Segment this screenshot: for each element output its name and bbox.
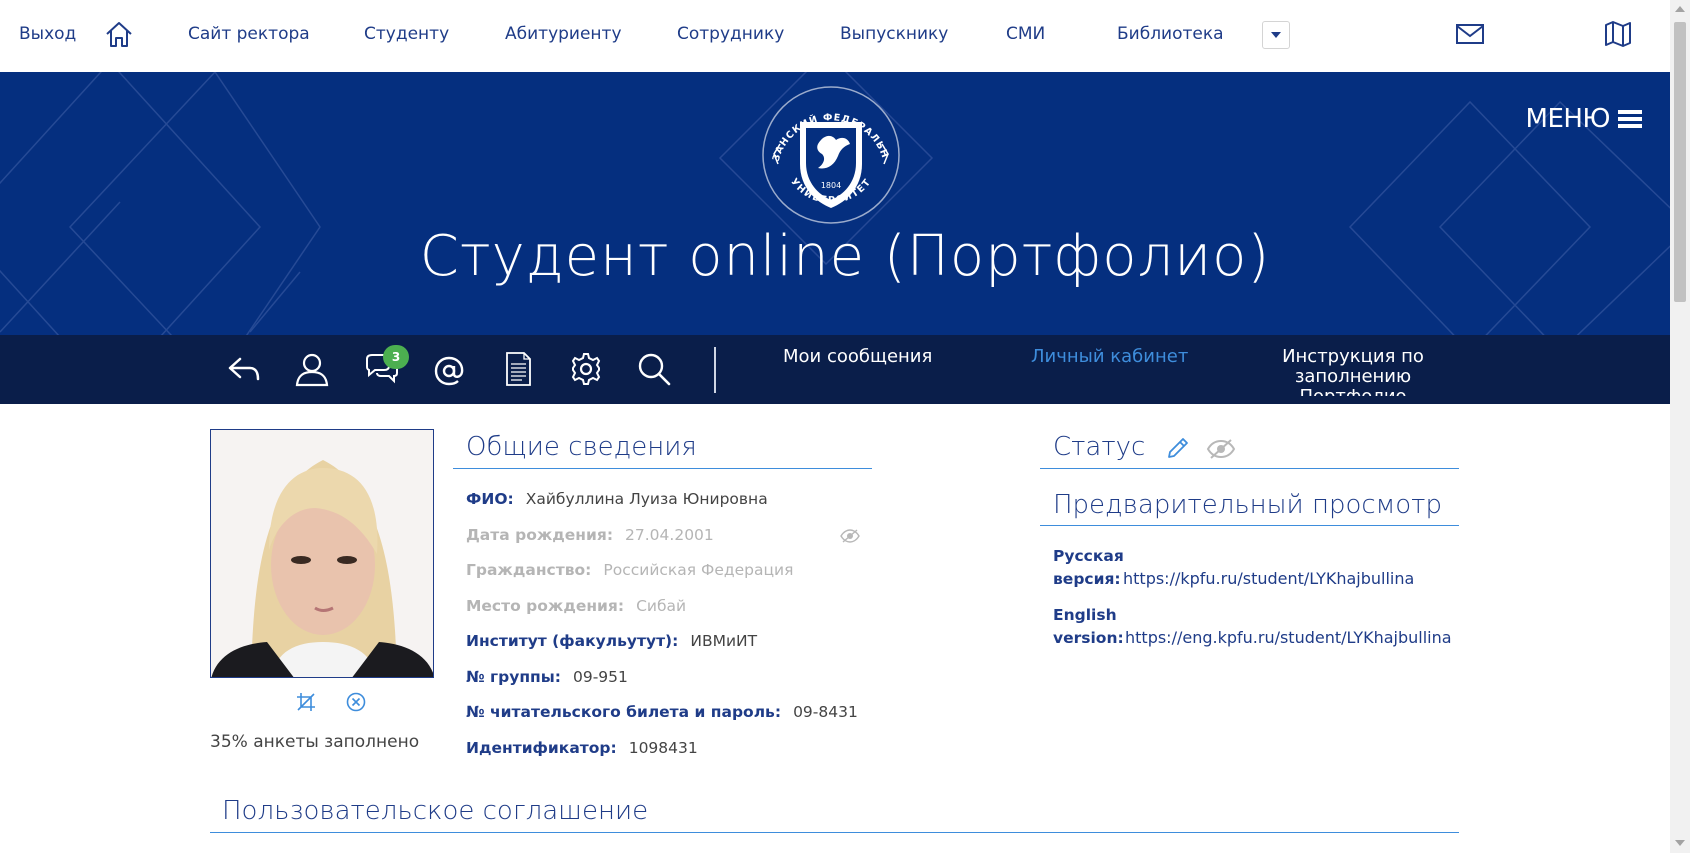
header-banner: 1804 КАЗАНСКИЙ ФЕДЕРАЛЬНЫЙ УНИВЕРСИТЕТ С… [0,72,1670,335]
hamburger-icon [1618,107,1642,131]
document-icon[interactable] [500,351,536,387]
chevron-down-icon [1271,32,1281,38]
search-icon[interactable] [636,351,672,387]
info-row-institute: Институт (факульутут): ИВМиИТ [466,632,757,650]
status-title: Статус [1053,432,1146,462]
logout-link[interactable]: Выход [19,24,76,44]
link-personal-cabinet[interactable]: Личный кабинет [1031,347,1188,367]
info-value: 27.04.2001 [625,526,714,544]
preview-en-label: English version: [1053,604,1124,650]
info-value: Сибай [636,597,687,615]
general-info-title: Общие сведения [466,432,697,462]
preview-en-label-line2: version: [1053,629,1124,647]
nav-student[interactable]: Студенту [364,24,449,44]
delete-photo-icon[interactable] [346,692,366,716]
info-row-birth-place: Место рождения: Сибай [466,597,686,615]
link-my-messages[interactable]: Мои сообщения [783,347,932,367]
menu-button[interactable]: МЕНЮ [1526,104,1642,134]
info-row-birth-date: Дата рождения: 27.04.2001 [466,526,714,544]
nav-employee[interactable]: Сотруднику [677,24,784,44]
page-scrollbar[interactable] [1670,0,1690,853]
info-row-identifier: Идентификатор: 1098431 [466,739,698,757]
info-row-full-name: ФИО: Хайбуллина Луиза Юнировна [466,490,768,508]
map-icon[interactable] [1604,20,1632,52]
svg-text:1804: 1804 [821,181,841,190]
preview-ru-link[interactable]: https://kpfu.ru/student/LYKhajbullina [1123,569,1414,588]
info-row-citizenship: Гражданство: Российская Федерация [466,561,793,579]
preview-en-label-line1: English [1053,606,1117,624]
menu-label: МЕНЮ [1525,104,1611,134]
preview-title: Предварительный просмотр [1053,490,1442,520]
general-info-underline [453,468,872,469]
crop-icon[interactable] [296,692,316,716]
top-navigation: Выход Сайт ректора Студенту Абитуриенту … [0,0,1670,72]
university-emblem: 1804 КАЗАНСКИЙ ФЕДЕРАЛЬНЫЙ УНИВЕРСИТЕТ [760,84,900,224]
preview-en-link[interactable]: https://eng.kpfu.ru/student/LYKhajbullin… [1125,628,1452,647]
info-row-group: № группы: 09-951 [466,668,628,686]
nav-rector-site[interactable]: Сайт ректора [188,24,310,44]
at-icon[interactable] [431,351,467,387]
info-label: Дата рождения: [466,526,614,544]
mail-icon[interactable] [1456,24,1484,48]
user-agreement-underline [210,832,1459,833]
nav-graduate[interactable]: Выпускнику [840,24,948,44]
hidden-eye-icon[interactable] [1206,439,1236,463]
edit-pencil-icon[interactable] [1166,436,1190,464]
profile-fill-status: 35% анкеты заполнено [210,732,420,752]
info-label: ФИО: [466,490,514,508]
nav-applicant[interactable]: Абитуриенту [505,24,622,44]
info-value: ИВМиИТ [690,632,758,650]
info-value: Российская Федерация [603,561,794,579]
info-value: 09-8431 [793,703,858,721]
toolbar-divider [714,347,716,393]
info-value: 1098431 [628,739,698,757]
user-agreement-title: Пользовательское соглашение [222,796,649,826]
info-label: Идентификатор: [466,739,617,757]
page-title: Студент online (Портфолио) [419,224,1271,289]
preview-underline [1040,525,1459,526]
profile-photo [210,429,434,678]
info-label: Гражданство: [466,561,592,579]
hidden-eye-icon[interactable] [840,528,860,547]
portfolio-toolbar: Мои сообщения Личный кабинет Инструкция … [0,335,1670,404]
preview-ru-label-line1: Русская [1053,547,1124,565]
back-arrow-icon[interactable] [226,351,262,387]
info-label: № читательского билета и пароль: [466,703,782,721]
scroll-up-arrow-icon[interactable] [1675,6,1685,12]
unread-messages-badge: 3 [383,345,409,369]
status-underline [1040,468,1459,469]
link-portfolio-instruction[interactable]: Инструкция по заполнению Портфолио [1281,347,1425,396]
gear-icon[interactable] [568,351,604,387]
info-label: № группы: [466,668,561,686]
info-row-library-card: № читательского билета и пароль: 09-8431 [466,703,858,721]
scrollbar-thumb[interactable] [1674,22,1686,302]
more-dropdown-button[interactable] [1262,21,1290,49]
info-label: Место рождения: [466,597,625,615]
home-icon[interactable] [104,20,134,52]
preview-ru-label: Русская версия: [1053,545,1124,591]
user-icon[interactable] [294,351,330,387]
nav-library[interactable]: Библиотека [1117,24,1224,44]
info-value: 09-951 [572,668,628,686]
preview-ru-label-line2: версия: [1053,570,1121,588]
info-label: Институт (факульутут): [466,632,679,650]
nav-media[interactable]: СМИ [1006,24,1045,44]
info-value: Хайбуллина Луиза Юнировна [525,490,768,508]
scroll-down-arrow-icon[interactable] [1675,840,1685,846]
